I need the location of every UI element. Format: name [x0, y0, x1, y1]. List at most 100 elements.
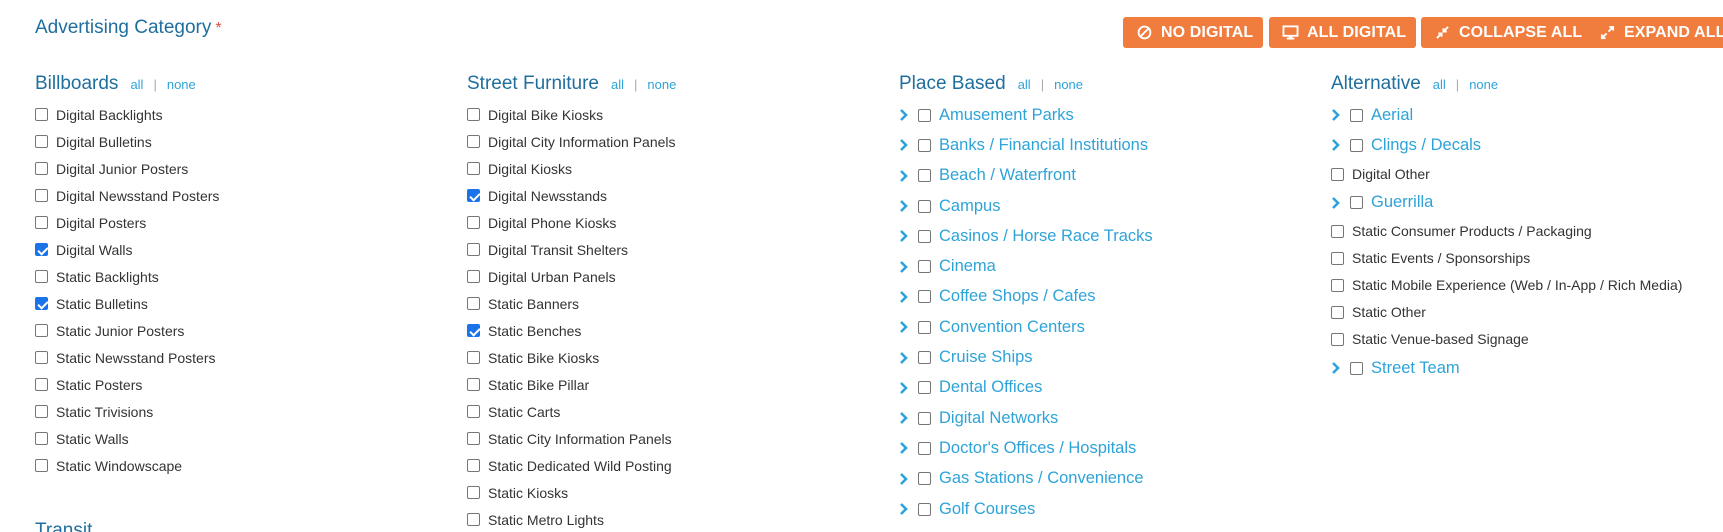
street-furniture-item[interactable]: Digital Transit Shelters: [467, 236, 676, 263]
item-label[interactable]: Clings / Decals: [1371, 136, 1481, 155]
checkbox[interactable]: [35, 189, 48, 202]
checkbox[interactable]: [35, 243, 48, 256]
checkbox[interactable]: [918, 502, 931, 516]
checkbox[interactable]: [1331, 305, 1344, 319]
checkbox[interactable]: [918, 108, 931, 122]
chevron-right-icon[interactable]: [899, 229, 911, 243]
chevron-right-icon[interactable]: [899, 502, 911, 516]
chevron-right-icon[interactable]: [899, 320, 911, 334]
street-furniture-item[interactable]: Static Kiosks: [467, 479, 676, 506]
place-based-select-none-link[interactable]: none: [1054, 77, 1083, 92]
checkbox[interactable]: [1350, 196, 1363, 210]
place-based-item[interactable]: Digital Networks: [899, 403, 1153, 433]
checkbox[interactable]: [467, 297, 480, 310]
checkbox[interactable]: [1350, 108, 1363, 122]
billboards-item[interactable]: Static Bulletins: [35, 290, 219, 317]
place-based-item[interactable]: Coffee Shops / Cafes: [899, 282, 1153, 312]
billboards-item[interactable]: Static Walls: [35, 425, 219, 452]
alternative-item[interactable]: Static Consumer Products / Packaging: [1331, 218, 1682, 245]
alternative-select-all-link[interactable]: all: [1433, 77, 1446, 92]
checkbox[interactable]: [918, 260, 931, 274]
chevron-right-icon[interactable]: [1331, 138, 1343, 152]
checkbox[interactable]: [467, 135, 480, 148]
place-based-item[interactable]: Doctor's Offices / Hospitals: [899, 433, 1153, 463]
item-label[interactable]: Campus: [939, 197, 1000, 216]
chevron-right-icon[interactable]: [899, 441, 911, 455]
billboards-select-none-link[interactable]: none: [167, 77, 196, 92]
checkbox[interactable]: [918, 381, 931, 395]
alternative-item[interactable]: Clings / Decals: [1331, 130, 1682, 160]
chevron-right-icon[interactable]: [1331, 196, 1343, 210]
checkbox[interactable]: [1331, 278, 1344, 292]
street-furniture-item[interactable]: Static Bike Pillar: [467, 371, 676, 398]
chevron-right-icon[interactable]: [899, 108, 911, 122]
chevron-right-icon[interactable]: [899, 381, 911, 395]
checkbox[interactable]: [918, 320, 931, 334]
billboards-item[interactable]: Digital Junior Posters: [35, 155, 219, 182]
street-furniture-item[interactable]: Digital City Information Panels: [467, 128, 676, 155]
chevron-right-icon[interactable]: [899, 351, 911, 365]
street-furniture-item[interactable]: Digital Urban Panels: [467, 263, 676, 290]
place-based-select-all-link[interactable]: all: [1018, 77, 1031, 92]
alternative-item[interactable]: Static Venue-based Signage: [1331, 326, 1682, 353]
street-furniture-item[interactable]: Static Metro Lights: [467, 506, 676, 532]
item-label[interactable]: Gas Stations / Convenience: [939, 469, 1144, 488]
place-based-item[interactable]: Banks / Financial Institutions: [899, 130, 1153, 160]
item-label[interactable]: Banks / Financial Institutions: [939, 136, 1148, 155]
item-label[interactable]: Amusement Parks: [939, 106, 1074, 125]
checkbox[interactable]: [35, 135, 48, 148]
place-based-item[interactable]: Beach / Waterfront: [899, 161, 1153, 191]
checkbox[interactable]: [1331, 251, 1344, 265]
place-based-item[interactable]: Cruise Ships: [899, 342, 1153, 372]
checkbox[interactable]: [467, 351, 480, 364]
place-based-item[interactable]: Cinema: [899, 251, 1153, 281]
alternative-item[interactable]: Static Other: [1331, 299, 1682, 326]
checkbox[interactable]: [467, 432, 480, 445]
all-digital-button[interactable]: ALL DIGITAL: [1269, 17, 1417, 48]
checkbox[interactable]: [35, 351, 48, 364]
chevron-right-icon[interactable]: [899, 290, 911, 304]
checkbox[interactable]: [35, 297, 48, 310]
checkbox[interactable]: [1350, 138, 1363, 152]
checkbox[interactable]: [918, 472, 931, 486]
chevron-right-icon[interactable]: [899, 260, 911, 274]
street-furniture-item[interactable]: Static Carts: [467, 398, 676, 425]
checkbox[interactable]: [467, 513, 480, 526]
chevron-right-icon[interactable]: [899, 138, 911, 152]
place-based-item[interactable]: Casinos / Horse Race Tracks: [899, 221, 1153, 251]
billboards-select-all-link[interactable]: all: [130, 77, 143, 92]
alternative-item[interactable]: Static Events / Sponsorships: [1331, 245, 1682, 272]
item-label[interactable]: Cruise Ships: [939, 348, 1033, 367]
checkbox[interactable]: [918, 441, 931, 455]
checkbox[interactable]: [467, 216, 480, 229]
billboards-item[interactable]: Static Trivisions: [35, 398, 219, 425]
billboards-item[interactable]: Static Posters: [35, 371, 219, 398]
alternative-item[interactable]: Digital Other: [1331, 161, 1682, 188]
place-based-item[interactable]: Convention Centers: [899, 312, 1153, 342]
checkbox[interactable]: [1331, 167, 1344, 181]
checkbox[interactable]: [35, 162, 48, 175]
checkbox[interactable]: [918, 169, 931, 183]
item-label[interactable]: Coffee Shops / Cafes: [939, 287, 1096, 306]
street-furniture-item[interactable]: Static City Information Panels: [467, 425, 676, 452]
item-label[interactable]: Dental Offices: [939, 378, 1042, 397]
checkbox[interactable]: [918, 199, 931, 213]
checkbox[interactable]: [467, 189, 480, 202]
checkbox[interactable]: [467, 270, 480, 283]
checkbox[interactable]: [35, 432, 48, 445]
checkbox[interactable]: [467, 324, 480, 337]
billboards-item[interactable]: Static Junior Posters: [35, 317, 219, 344]
chevron-right-icon[interactable]: [1331, 108, 1343, 122]
checkbox[interactable]: [467, 405, 480, 418]
place-based-item[interactable]: Dental Offices: [899, 373, 1153, 403]
billboards-item[interactable]: Static Windowscape: [35, 452, 219, 479]
checkbox[interactable]: [467, 378, 480, 391]
billboards-item[interactable]: Digital Backlights: [35, 101, 219, 128]
checkbox[interactable]: [467, 459, 480, 472]
no-digital-button[interactable]: NO DIGITAL: [1123, 17, 1264, 48]
billboards-item[interactable]: Digital Newsstand Posters: [35, 182, 219, 209]
chevron-right-icon[interactable]: [899, 472, 911, 486]
checkbox[interactable]: [918, 138, 931, 152]
alternative-item[interactable]: Static Mobile Experience (Web / In-App /…: [1331, 272, 1682, 299]
checkbox[interactable]: [467, 486, 480, 499]
